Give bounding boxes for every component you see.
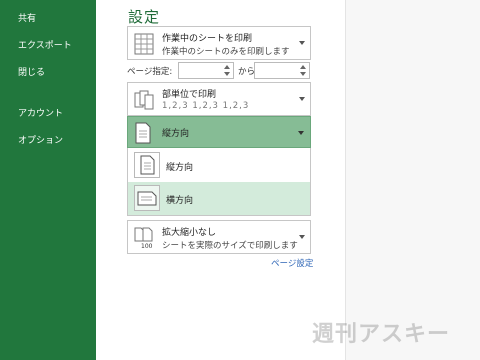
chevron-down-icon <box>298 131 304 135</box>
settings-heading: 設定 <box>128 8 161 26</box>
orientation-option-portrait[interactable]: 縦方向 <box>128 149 310 182</box>
sheet-grid-icon <box>134 33 154 55</box>
collate-subtitle: 1,2,3 1,2,3 1,2,3 <box>162 101 250 111</box>
portrait-page-icon <box>134 152 160 178</box>
watermark-logo: 週刊アスキー <box>312 322 451 347</box>
orientation-option-portrait-label: 縦方向 <box>166 163 194 173</box>
pages-label: ページ指定: <box>127 67 173 77</box>
orientation-option-landscape[interactable]: 横方向 <box>128 182 310 215</box>
spin-up-icon[interactable] <box>224 65 230 69</box>
sidebar-item-share[interactable]: 共有 <box>18 11 36 24</box>
chevron-down-icon <box>299 235 305 239</box>
print-what-subtitle: 作業中のシートのみを印刷します <box>162 47 290 57</box>
orientation-dropdown[interactable]: 縦方向 <box>127 116 311 148</box>
pages-to-label: から <box>238 67 256 77</box>
collate-dropdown[interactable]: 部単位で印刷 1,2,3 1,2,3 1,2,3 <box>127 82 311 116</box>
print-what-title: 作業中のシートを印刷 <box>162 34 253 44</box>
scaling-100-icon: 100 <box>134 227 154 250</box>
spin-down-icon[interactable] <box>224 72 230 76</box>
chevron-down-icon <box>299 41 305 45</box>
sidebar-item-options[interactable]: オプション <box>18 133 63 146</box>
scaling-title: 拡大縮小なし <box>162 228 217 238</box>
collate-icon <box>134 89 154 111</box>
backstage-sidebar: 共有 エクスポート 閉じる アカウント オプション <box>0 0 96 360</box>
page-setup-link[interactable]: ページ設定 <box>271 257 313 269</box>
chevron-down-icon <box>299 97 305 101</box>
orientation-selected-label: 縦方向 <box>162 129 190 139</box>
scaling-subtitle: シートを実際のサイズで印刷します <box>162 241 298 251</box>
svg-text:100: 100 <box>141 243 153 249</box>
landscape-page-icon <box>134 185 160 211</box>
pages-to-stepper[interactable] <box>254 62 310 79</box>
pages-from-stepper[interactable] <box>178 62 234 79</box>
portrait-page-icon <box>134 122 152 148</box>
orientation-menu: 縦方向 横方向 <box>127 148 311 216</box>
sidebar-item-export[interactable]: エクスポート <box>18 38 72 51</box>
collate-title: 部単位で印刷 <box>162 90 217 100</box>
orientation-option-landscape-label: 横方向 <box>166 196 194 206</box>
scaling-dropdown[interactable]: 100 拡大縮小なし シートを実際のサイズで印刷します <box>127 220 311 254</box>
sidebar-item-close[interactable]: 閉じる <box>18 65 45 78</box>
spin-down-icon[interactable] <box>300 72 306 76</box>
print-what-dropdown[interactable]: 作業中のシートを印刷 作業中のシートのみを印刷します <box>127 26 311 60</box>
pages-range-row: ページ指定: から <box>127 62 311 80</box>
print-preview-area <box>346 0 480 360</box>
sidebar-item-account[interactable]: アカウント <box>18 106 63 119</box>
spin-up-icon[interactable] <box>300 65 306 69</box>
